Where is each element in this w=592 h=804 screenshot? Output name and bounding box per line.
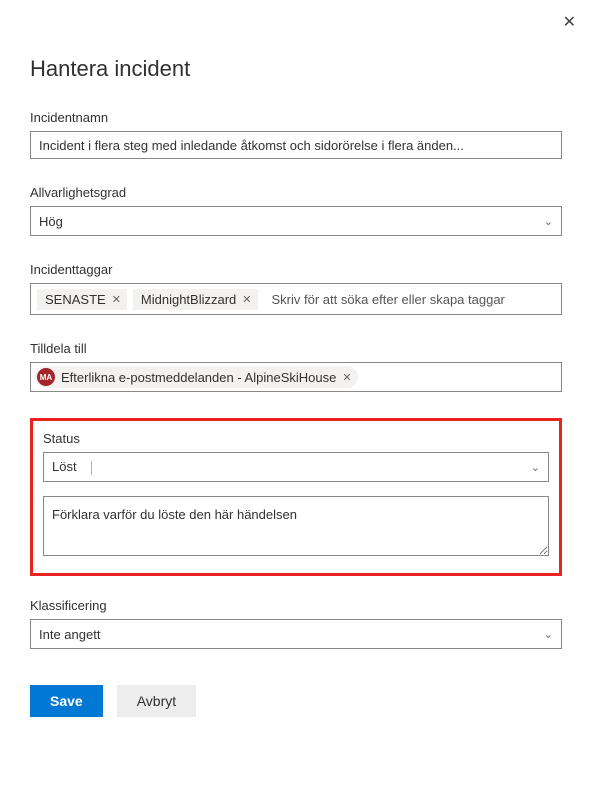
chevron-down-icon: ⌄ [544, 628, 553, 641]
tag-item: MidnightBlizzard ✕ [133, 289, 258, 310]
button-row: Save Avbryt [30, 685, 562, 717]
field-reason [43, 496, 549, 559]
field-incident-name: Incidentnamn Incident i flera steg med i… [30, 110, 562, 159]
assign-value: Efterlikna e-postmeddelanden - AlpineSki… [61, 370, 336, 385]
select-severity[interactable]: Hög ⌄ [30, 206, 562, 236]
input-incident-name[interactable]: Incident i flera steg med inledande åtko… [30, 131, 562, 159]
remove-assign-icon[interactable]: ✕ [342, 371, 351, 384]
manage-incident-panel: Hantera incident Incidentnamn Incident i… [0, 0, 592, 737]
label-status: Status [43, 431, 549, 446]
label-assign: Tilldela till [30, 341, 562, 356]
label-tags: Incidenttaggar [30, 262, 562, 277]
panel-title: Hantera incident [30, 56, 562, 82]
select-severity-value: Hög [39, 214, 63, 229]
tag-item: SENASTE ✕ [37, 289, 127, 310]
label-severity: Allvarlighetsgrad [30, 185, 562, 200]
chevron-down-icon: ⌄ [544, 215, 553, 228]
field-severity: Allvarlighetsgrad Hög ⌄ [30, 185, 562, 236]
cancel-button[interactable]: Avbryt [117, 685, 196, 717]
field-status: Status Löst ⌄ [43, 431, 549, 482]
assign-chip: MA Efterlikna e-postmeddelanden - Alpine… [35, 366, 358, 388]
tag-label: SENASTE [45, 292, 106, 307]
remove-tag-icon[interactable]: ✕ [242, 293, 251, 306]
close-button[interactable]: ✕ [563, 12, 576, 32]
select-status-value: Löst [52, 459, 92, 475]
field-tags: Incidenttaggar SENASTE ✕ MidnightBlizzar… [30, 262, 562, 315]
close-icon: ✕ [563, 14, 576, 31]
tag-placeholder: Skriv för att söka efter eller skapa tag… [272, 292, 505, 307]
select-classification-value: Inte angett [39, 627, 100, 642]
chevron-down-icon: ⌄ [531, 461, 540, 474]
remove-tag-icon[interactable]: ✕ [112, 293, 121, 306]
save-button[interactable]: Save [30, 685, 103, 717]
select-classification[interactable]: Inte angett ⌄ [30, 619, 562, 649]
status-highlight-box: Status Löst ⌄ [30, 418, 562, 576]
select-status[interactable]: Löst ⌄ [43, 452, 549, 482]
field-classification: Klassificering Inte angett ⌄ [30, 598, 562, 649]
tag-input[interactable]: SENASTE ✕ MidnightBlizzard ✕ Skriv för a… [30, 283, 562, 315]
assign-input[interactable]: MA Efterlikna e-postmeddelanden - Alpine… [30, 362, 562, 392]
tag-label: MidnightBlizzard [141, 292, 236, 307]
field-assign: Tilldela till MA Efterlikna e-postmeddel… [30, 341, 562, 392]
label-classification: Klassificering [30, 598, 562, 613]
label-incident-name: Incidentnamn [30, 110, 562, 125]
textarea-reason[interactable] [43, 496, 549, 556]
avatar: MA [37, 368, 55, 386]
